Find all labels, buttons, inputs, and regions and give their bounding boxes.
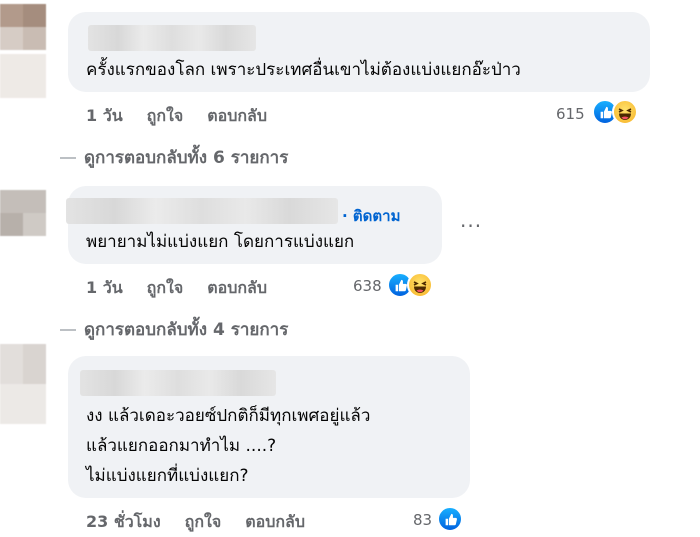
view-replies-label: ดูการตอบกลับทั้ง 4 รายการ bbox=[84, 320, 289, 340]
view-replies-label: ดูการตอบกลับทั้ง 6 รายการ bbox=[84, 148, 289, 168]
reaction-count[interactable]: 83 bbox=[413, 511, 432, 529]
comment-text-line: งง แล้วเดอะวอยซ์ปกติก็มีทุกเพศอยู่แล้ว bbox=[86, 406, 371, 426]
comment-text: พยายามไม่แบ่งแยก โดยการแบ่งแยก bbox=[86, 232, 355, 252]
like-icon bbox=[437, 506, 463, 532]
reply-button[interactable]: ตอบกลับ bbox=[207, 104, 267, 129]
reaction-icons[interactable] bbox=[592, 99, 638, 125]
like-button[interactable]: ถูกใจ bbox=[147, 276, 184, 301]
like-button[interactable]: ถูกใจ bbox=[185, 510, 222, 535]
comment-actions: 23 ชั่วโมง ถูกใจ ตอบกลับ bbox=[86, 510, 305, 535]
comment-timestamp[interactable]: 1 วัน bbox=[86, 104, 123, 129]
author-name-redacted[interactable] bbox=[88, 25, 256, 51]
comment-text-line: ไม่แบ่งแยกที่แบ่งแยก? bbox=[86, 466, 249, 486]
view-replies-link[interactable]: ดูการตอบกลับทั้ง 6 รายการ bbox=[60, 144, 288, 171]
haha-icon bbox=[612, 99, 638, 125]
avatar-blur-strip bbox=[0, 54, 46, 98]
comment-text: ครั้งแรกของโลก เพราะประเทศอื่นเขาไม่ต้อง… bbox=[86, 60, 521, 80]
reaction-count[interactable]: 615 bbox=[556, 105, 585, 123]
follow-link[interactable]: · ติดตาม bbox=[342, 204, 400, 228]
comment-timestamp[interactable]: 1 วัน bbox=[86, 276, 123, 301]
avatar[interactable] bbox=[0, 4, 46, 50]
author-name-redacted[interactable] bbox=[80, 370, 276, 396]
like-button[interactable]: ถูกใจ bbox=[147, 104, 184, 129]
comment-actions: 1 วัน ถูกใจ ตอบกลับ bbox=[86, 104, 267, 129]
reply-thread-line bbox=[60, 328, 76, 331]
reaction-icons[interactable] bbox=[437, 506, 463, 532]
comment-actions: 1 วัน ถูกใจ ตอบกลับ bbox=[86, 276, 267, 301]
more-options-icon[interactable]: ··· bbox=[460, 214, 482, 238]
avatar[interactable] bbox=[0, 344, 46, 424]
author-name-redacted[interactable] bbox=[66, 198, 338, 224]
reply-button[interactable]: ตอบกลับ bbox=[207, 276, 267, 301]
avatar[interactable] bbox=[0, 190, 46, 236]
comment-text-line: แล้วแยกออกมาทำไม ....? bbox=[86, 436, 277, 456]
reply-button[interactable]: ตอบกลับ bbox=[245, 510, 305, 535]
comment-timestamp[interactable]: 23 ชั่วโมง bbox=[86, 510, 161, 535]
reaction-count[interactable]: 638 bbox=[353, 277, 382, 295]
reaction-icons[interactable] bbox=[387, 272, 433, 298]
haha-icon bbox=[407, 272, 433, 298]
view-replies-link[interactable]: ดูการตอบกลับทั้ง 4 รายการ bbox=[60, 316, 288, 343]
reply-thread-line bbox=[60, 156, 76, 159]
